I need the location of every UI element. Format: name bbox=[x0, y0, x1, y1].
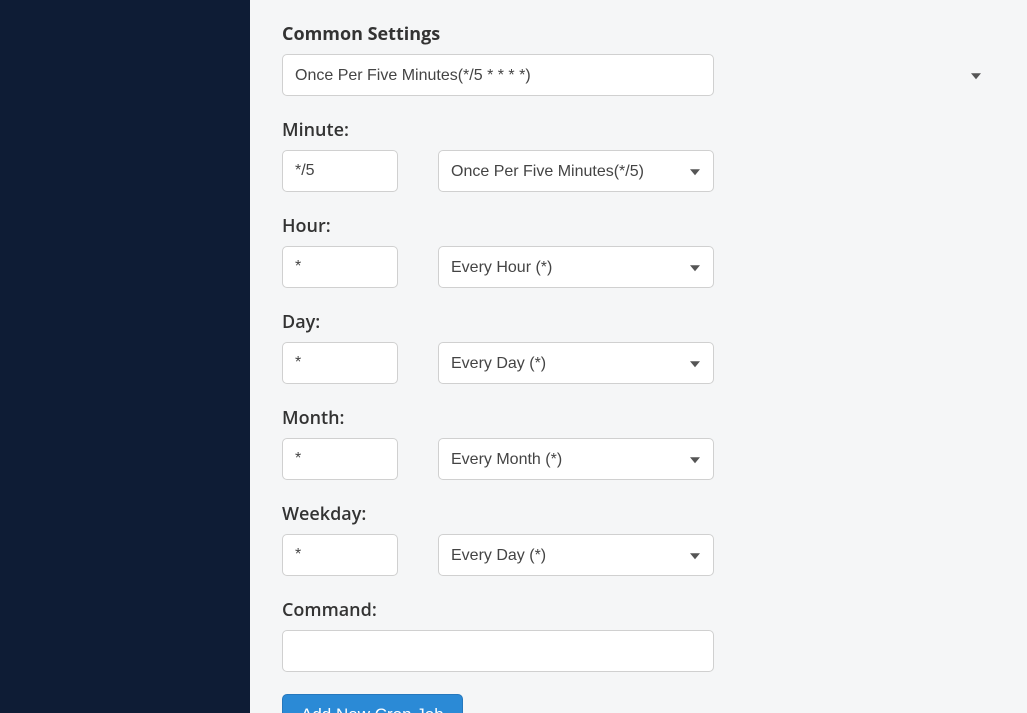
month-group: Month: Every Month (*) bbox=[282, 406, 995, 480]
hour-input[interactable] bbox=[282, 246, 398, 288]
hour-group: Hour: Every Hour (*) bbox=[282, 214, 995, 288]
day-label: Day: bbox=[282, 310, 995, 334]
month-label: Month: bbox=[282, 406, 995, 430]
month-input[interactable] bbox=[282, 438, 398, 480]
minute-input[interactable] bbox=[282, 150, 398, 192]
hour-label: Hour: bbox=[282, 214, 995, 238]
common-settings-label: Common Settings bbox=[282, 22, 995, 46]
add-cron-job-button[interactable]: Add New Cron Job bbox=[282, 694, 463, 713]
command-input[interactable] bbox=[282, 630, 714, 672]
month-select[interactable]: Every Month (*) bbox=[438, 438, 714, 480]
weekday-input[interactable] bbox=[282, 534, 398, 576]
main-content: Common Settings Once Per Five Minutes(*/… bbox=[250, 0, 1027, 713]
hour-select[interactable]: Every Hour (*) bbox=[438, 246, 714, 288]
day-group: Day: Every Day (*) bbox=[282, 310, 995, 384]
common-settings-select[interactable]: Once Per Five Minutes(*/5 * * * *) bbox=[282, 54, 714, 96]
sidebar bbox=[0, 0, 250, 713]
day-input[interactable] bbox=[282, 342, 398, 384]
command-label: Command: bbox=[282, 598, 995, 622]
minute-group: Minute: Once Per Five Minutes(*/5) bbox=[282, 118, 995, 192]
command-group: Command: bbox=[282, 598, 995, 672]
day-select[interactable]: Every Day (*) bbox=[438, 342, 714, 384]
weekday-label: Weekday: bbox=[282, 502, 995, 526]
weekday-group: Weekday: Every Day (*) bbox=[282, 502, 995, 576]
minute-label: Minute: bbox=[282, 118, 995, 142]
minute-select[interactable]: Once Per Five Minutes(*/5) bbox=[438, 150, 714, 192]
common-settings-group: Common Settings Once Per Five Minutes(*/… bbox=[282, 22, 995, 96]
weekday-select[interactable]: Every Day (*) bbox=[438, 534, 714, 576]
